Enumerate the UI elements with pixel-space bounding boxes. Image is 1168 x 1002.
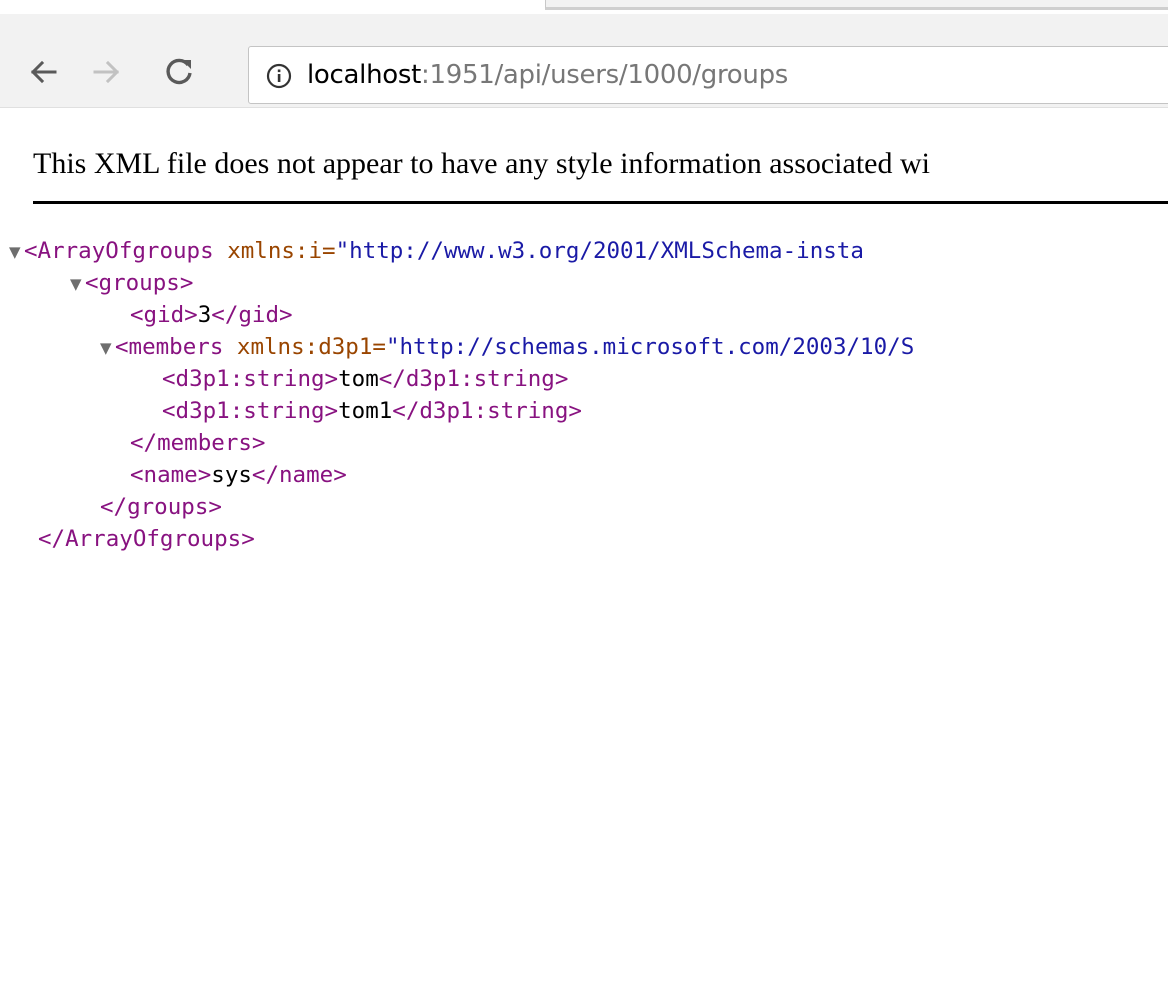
back-button[interactable] — [21, 50, 65, 94]
xml-line-groups-close: </groups> — [100, 492, 222, 524]
xml-line-root-close: </ArrayOfgroups> — [38, 524, 255, 556]
xml-tree: ▼ <ArrayOfgroups xmlns:i="http://www.w3.… — [0, 236, 914, 1002]
reload-icon — [166, 58, 192, 85]
xml-text: 3 — [197, 302, 212, 328]
xml-line-gid: <gid>3</gid> — [130, 300, 293, 332]
xml-tag: </gid> — [211, 302, 293, 328]
xml-tag: </members> — [130, 430, 266, 456]
collapse-triangle-icon[interactable]: ▼ — [100, 332, 112, 364]
xml-tag: </d3p1:string> — [392, 398, 582, 424]
info-icon[interactable] — [266, 63, 292, 89]
xml-tag: <d3p1:string> — [162, 366, 339, 392]
xml-tag: </name> — [251, 462, 347, 488]
address-bar[interactable]: localhost:1951/api/users/1000/groups — [248, 46, 1168, 104]
xml-tag: </ArrayOfgroups> — [38, 526, 255, 552]
url-host: localhost — [307, 60, 422, 90]
browser-toolbar: localhost:1951/api/users/1000/groups — [0, 14, 1168, 108]
xml-attribute-value: "http://schemas.microsoft.com/2003/10/S — [385, 334, 915, 360]
url-text[interactable]: localhost:1951/api/users/1000/groups — [307, 58, 788, 92]
xml-style-notice: This XML file does not appear to have an… — [33, 147, 930, 180]
xml-tag: <groups> — [85, 270, 194, 296]
xml-tag: <name> — [130, 462, 212, 488]
url-path: :1951/api/users/1000/groups — [421, 60, 789, 90]
xml-tag: <d3p1:string> — [162, 398, 339, 424]
forward-button[interactable] — [85, 50, 129, 94]
xml-attribute-name: xmlns:i= — [213, 238, 336, 264]
xml-tag: <ArrayOfgroups — [24, 238, 214, 264]
xml-line-member: <d3p1:string>tom1</d3p1:string> — [162, 396, 582, 428]
xml-text: tom1 — [338, 398, 393, 424]
xml-tag: </d3p1:string> — [378, 366, 569, 392]
arrow-left-icon — [30, 60, 57, 84]
tab-strip — [0, 0, 1168, 14]
xml-line-members-close: </members> — [130, 428, 265, 460]
reload-button[interactable] — [157, 50, 201, 94]
browser-tab[interactable] — [545, 0, 1168, 10]
xml-attribute-value: "http://www.w3.org/2001/XMLSchema-insta — [335, 238, 864, 264]
xml-text: tom — [338, 366, 379, 392]
collapse-triangle-icon[interactable]: ▼ — [70, 268, 82, 300]
xml-line-root-open: <ArrayOfgroups xmlns:i="http://www.w3.or… — [24, 236, 864, 268]
xml-attribute-name: xmlns:d3p1= — [223, 334, 386, 360]
xml-line-groups-open: <groups> — [85, 268, 193, 300]
divider — [33, 201, 1168, 204]
xml-tag: <gid> — [130, 302, 198, 328]
xml-text: sys — [211, 462, 252, 488]
xml-tag: </groups> — [100, 494, 222, 520]
xml-line-member: <d3p1:string>tom</d3p1:string> — [162, 364, 568, 396]
arrow-right-icon — [93, 60, 120, 84]
xml-tag: <members — [115, 334, 224, 360]
xml-line-members-open: <members xmlns:d3p1="http://schemas.micr… — [115, 332, 914, 364]
collapse-triangle-icon[interactable]: ▼ — [9, 236, 21, 268]
xml-line-name: <name>sys</name> — [130, 460, 347, 492]
